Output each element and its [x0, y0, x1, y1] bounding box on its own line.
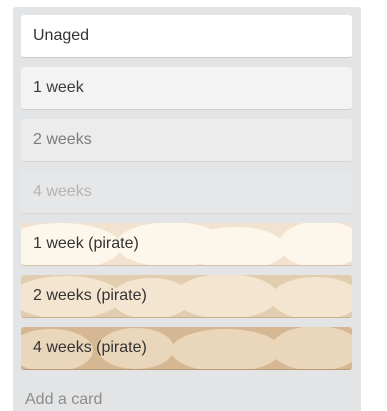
card-1-week[interactable]: 1 week: [21, 67, 352, 110]
card-2-weeks-pirate[interactable]: 2 weeks (pirate): [21, 275, 352, 318]
card-label: 1 week (pirate): [33, 235, 139, 252]
card-4-weeks[interactable]: 4 weeks: [21, 171, 352, 214]
card-label: 2 weeks: [33, 131, 92, 148]
card-label: 4 weeks: [33, 183, 92, 200]
card-list: Unaged 1 week 2 weeks 4 weeks 1 week (pi…: [13, 7, 361, 411]
card-label: 2 weeks (pirate): [33, 287, 147, 304]
add-card-link[interactable]: Add a card: [25, 391, 102, 409]
card-label: Unaged: [33, 27, 90, 44]
card-1-week-pirate[interactable]: 1 week (pirate): [21, 223, 352, 266]
card-unaged[interactable]: Unaged: [21, 15, 352, 58]
card-label: 1 week: [33, 79, 84, 96]
card-label: 4 weeks (pirate): [33, 339, 147, 356]
card-4-weeks-pirate[interactable]: 4 weeks (pirate): [21, 327, 352, 370]
card-2-weeks[interactable]: 2 weeks: [21, 119, 352, 162]
